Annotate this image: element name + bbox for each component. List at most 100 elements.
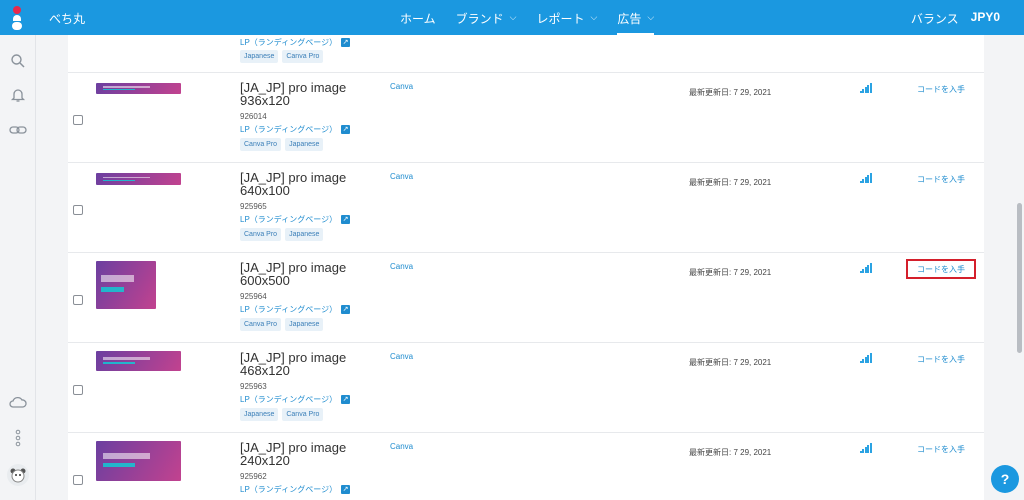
get-code-button[interactable]: コードを入手: [906, 169, 976, 189]
list-item: [JA_JP] pro image 468x120 925963 LP（ランディ…: [68, 343, 984, 433]
lp-link-label: LP（ランディングページ）: [240, 485, 338, 494]
ad-thumbnail[interactable]: [96, 83, 181, 94]
row-checkbox[interactable]: [73, 475, 83, 485]
nav-item-label: 広告: [617, 12, 642, 26]
app-name[interactable]: べち丸: [49, 10, 85, 27]
ad-id: 925962: [240, 472, 267, 481]
nav-item-3[interactable]: 広告 ⌵: [617, 0, 655, 35]
platform-label: Canva: [390, 172, 414, 181]
lp-link-label: LP（ランディングページ）: [240, 125, 338, 134]
get-code-button[interactable]: コードを入手: [906, 79, 976, 99]
balance: バランス JPY0: [911, 10, 1000, 27]
tag: Canva Pro: [240, 318, 282, 331]
ad-id: 926014: [240, 112, 267, 121]
signal-icon: [860, 443, 872, 453]
row-checkbox[interactable]: [73, 205, 83, 215]
ad-thumbnail[interactable]: [96, 351, 181, 371]
lp-link[interactable]: LP（ランディングページ） ↗: [240, 394, 351, 405]
signal-icon: [860, 83, 872, 93]
chevron-down-icon: ⌵: [590, 12, 598, 22]
help-button[interactable]: ?: [991, 465, 1019, 493]
more-vertical-icon[interactable]: [9, 429, 27, 447]
row-checkbox[interactable]: [73, 115, 83, 125]
nav-item-label: レポート: [536, 12, 585, 26]
link-icon[interactable]: [9, 121, 27, 139]
nav-item-label: ブランド: [455, 12, 504, 26]
lp-link-label: LP（ランディングページ）: [240, 395, 338, 404]
list-item: [JA_JP] pro image 600x500 925964 LP（ランディ…: [68, 253, 984, 343]
nav-item-0[interactable]: ホーム: [400, 0, 436, 35]
scrollbar-thumb[interactable]: [1017, 203, 1022, 353]
ad-id: 925965: [240, 202, 267, 211]
ad-id: 925963: [240, 382, 267, 391]
external-link-icon: ↗: [341, 395, 351, 404]
tag: Canva Pro: [240, 228, 282, 241]
list-item: [JA_JP] pro image 936x120 926014 LP（ランディ…: [68, 73, 984, 163]
tag: Japanese: [240, 50, 279, 63]
last-updated: 最新更新日: 7 29, 2021: [689, 268, 772, 277]
platform-label: Canva: [390, 352, 414, 361]
signal-icon: [860, 353, 872, 363]
tag: Japanese: [285, 228, 324, 241]
ad-thumbnail[interactable]: [96, 441, 181, 481]
external-link-icon: ↗: [341, 38, 351, 47]
lp-link[interactable]: LP（ランディングページ） ↗: [240, 37, 351, 48]
platform-label: Canva: [390, 442, 414, 451]
get-code-button[interactable]: コードを入手: [906, 259, 976, 279]
top-bar: べち丸 ホーム ブランド ⌵ レポート ⌵ 広告 ⌵ バランス JPY0: [0, 0, 1024, 35]
external-link-icon: ↗: [341, 485, 351, 494]
tag-list: Canva Pro Japanese: [240, 228, 324, 241]
list-item: [JA_JP] pro image 640x100 925965 LP（ランディ…: [68, 163, 984, 253]
get-code-button[interactable]: コードを入手: [906, 439, 976, 459]
ad-title[interactable]: [JA_JP] pro image 468x120: [240, 351, 390, 377]
balance-value[interactable]: JPY0: [971, 10, 1000, 27]
row-checkbox[interactable]: [73, 295, 83, 305]
nav-item-2[interactable]: レポート ⌵: [536, 0, 597, 35]
cloud-icon[interactable]: [9, 393, 27, 411]
signal-icon: [860, 263, 872, 273]
avatar[interactable]: [7, 464, 29, 486]
platform-label: Canva: [390, 82, 414, 91]
tag: Canva Pro: [240, 138, 282, 151]
lp-link[interactable]: LP（ランディングページ） ↗: [240, 304, 351, 315]
tag: Canva Pro: [282, 408, 324, 421]
tag-list: Canva Pro Japanese: [240, 138, 324, 151]
tag: Japanese: [240, 408, 279, 421]
external-link-icon: ↗: [341, 215, 351, 224]
ad-title[interactable]: [JA_JP] pro image 936x120: [240, 81, 390, 107]
ads-list: LP（ランディングページ） ↗ Japanese Canva Pro [JA_J…: [68, 35, 984, 500]
ad-id: 925964: [240, 292, 267, 301]
get-code-button[interactable]: コードを入手: [906, 349, 976, 369]
lp-link-label: LP（ランディングページ）: [240, 215, 338, 224]
ad-thumbnail[interactable]: [96, 261, 156, 309]
ad-title[interactable]: [JA_JP] pro image 600x500: [240, 261, 390, 287]
lp-link-label: LP（ランディングページ）: [240, 38, 338, 47]
lp-link-label: LP（ランディングページ）: [240, 305, 338, 314]
balance-label: バランス: [910, 12, 959, 26]
nav-item-1[interactable]: ブランド ⌵: [456, 0, 517, 35]
list-item-partial: LP（ランディングページ） ↗ Japanese Canva Pro: [68, 35, 984, 73]
tag: Canva Pro: [282, 50, 324, 63]
ad-thumbnail[interactable]: [96, 173, 181, 185]
list-item: [JA_JP] pro image 240x120 925962 LP（ランディ…: [68, 433, 984, 500]
last-updated: 最新更新日: 7 29, 2021: [689, 358, 772, 367]
bell-icon[interactable]: [9, 86, 27, 104]
chevron-down-icon: ⌵: [509, 12, 517, 22]
ad-title[interactable]: [JA_JP] pro image 240x120: [240, 441, 390, 467]
tag-list: Canva Pro Japanese: [240, 318, 324, 331]
last-updated: 最新更新日: 7 29, 2021: [689, 178, 772, 187]
lp-link[interactable]: LP（ランディングページ） ↗: [240, 214, 351, 225]
signal-icon: [860, 173, 872, 183]
nav-item-label: ホーム: [400, 12, 436, 26]
search-icon[interactable]: [9, 52, 27, 70]
main-nav: ホーム ブランド ⌵ レポート ⌵ 広告 ⌵: [400, 0, 674, 35]
lp-link[interactable]: LP（ランディングページ） ↗: [240, 124, 351, 135]
tag: Japanese: [285, 318, 324, 331]
ad-title[interactable]: [JA_JP] pro image 640x100: [240, 171, 390, 197]
lp-link[interactable]: LP（ランディングページ） ↗: [240, 484, 351, 495]
brand-logo[interactable]: [10, 6, 24, 30]
last-updated: 最新更新日: 7 29, 2021: [689, 88, 772, 97]
row-checkbox[interactable]: [73, 385, 83, 395]
tag: Japanese: [285, 138, 324, 151]
scrollbar[interactable]: [1014, 35, 1024, 500]
